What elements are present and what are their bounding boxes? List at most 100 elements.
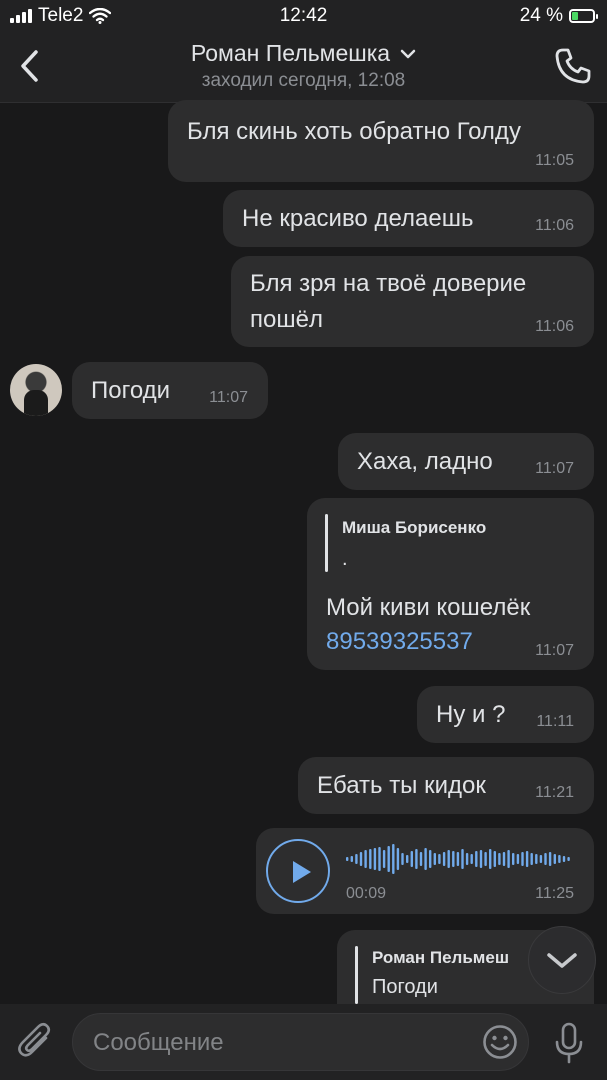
reply-text: Погоди (372, 976, 438, 998)
waveform-bar (433, 853, 436, 865)
status-time: 12:42 (279, 5, 328, 26)
phone-number-link[interactable]: 89539325537 (326, 624, 473, 660)
waveform-bar (502, 852, 506, 866)
waveform-bar (539, 855, 543, 863)
message-bubble-incoming[interactable]: Погоди 11:07 (72, 362, 268, 419)
waveform-bar (512, 853, 515, 865)
last-seen-status: заходил сегодня, 12:08 (201, 70, 406, 91)
message-bubble[interactable]: Бля скинь хоть обратно Голду 11:05 (168, 100, 594, 182)
avatar[interactable] (10, 364, 62, 416)
message-bubble-reply[interactable]: Миша Борисенко . Мой киви кошелёк 895393… (307, 498, 594, 670)
waveform-bar (461, 849, 464, 869)
message-time: 11:07 (535, 460, 574, 477)
waveform-bar (479, 850, 483, 868)
message-time: 11:06 (535, 318, 574, 335)
waveform-bar (535, 854, 538, 864)
play-icon[interactable] (266, 839, 330, 903)
reply-author: Роман Пельмеш (372, 948, 509, 967)
waveform-bar (438, 854, 441, 864)
message-text: Ну и ? (436, 701, 506, 728)
message-text: Хаха, ладно (357, 448, 493, 475)
waveform-bar (544, 853, 547, 865)
status-bar: Tele2 12:42 24 % (0, 0, 607, 32)
waveform-bar (355, 854, 358, 864)
paperclip-icon[interactable] (18, 1022, 54, 1062)
message-time: 11:07 (535, 642, 574, 659)
waveform-bar (484, 852, 487, 866)
message-time: 11:21 (535, 784, 574, 801)
waveform-bar (378, 847, 381, 871)
reply-text: . (342, 548, 348, 570)
message-time: 11:11 (536, 713, 574, 730)
waveform-bar (359, 852, 363, 866)
message-input[interactable] (91, 1024, 475, 1062)
message-time: 11:07 (209, 389, 248, 406)
waveform-bar (465, 853, 469, 865)
chevron-down-icon (400, 49, 416, 58)
message-time: 11:25 (535, 885, 574, 902)
waveform-bar (498, 853, 501, 865)
waveform-bar (401, 853, 404, 865)
waveform-bar (387, 846, 390, 872)
voice-waveform[interactable] (346, 843, 572, 875)
waveform-bar (410, 851, 413, 867)
waveform-bar (507, 850, 510, 868)
waveform-bar (562, 856, 566, 862)
message-bubble[interactable]: Ебать ты кидок 11:21 (298, 757, 594, 814)
message-text-line2: пошёл (250, 306, 323, 333)
voice-duration: 00:09 (346, 885, 387, 902)
emoji-icon[interactable] (482, 1024, 518, 1060)
waveform-bar (470, 854, 473, 864)
battery-icon (569, 9, 598, 23)
waveform-bar (452, 851, 455, 867)
message-composer (0, 1004, 607, 1080)
waveform-bar (475, 851, 478, 867)
waveform-bar (493, 851, 496, 867)
message-input-container[interactable] (72, 1013, 529, 1071)
waveform-bar (558, 855, 561, 863)
waveform-bar (406, 855, 409, 863)
reply-author: Миша Борисенко (342, 518, 487, 537)
waveform-bar (392, 844, 395, 874)
waveform-bar (525, 851, 529, 867)
message-text: Бля скинь хоть обратно Голду (187, 118, 521, 145)
message-bubble[interactable]: Ну и ? 11:11 (417, 686, 594, 743)
waveform-bar (346, 857, 349, 861)
phone-icon[interactable] (553, 46, 593, 86)
waveform-bar (521, 852, 524, 866)
waveform-bar (419, 852, 423, 866)
waveform-bar (516, 854, 520, 864)
waveform-bar (364, 850, 367, 868)
waveform-bar (567, 857, 570, 861)
message-bubble[interactable]: Не красиво делаешь 11:06 (223, 190, 594, 247)
waveform-bar (382, 850, 386, 868)
waveform-bar (456, 852, 460, 866)
message-bubble[interactable]: Бля зря на твоё доверие пошёл 11:06 (231, 256, 594, 347)
battery-percent: 24 % (519, 5, 563, 26)
waveform-bar (429, 850, 432, 868)
chat-title-area[interactable]: Роман Пельмешка заходил сегодня, 12:08 (0, 40, 607, 92)
chat-title: Роман Пельмешка (190, 40, 391, 66)
waveform-bar (489, 849, 492, 869)
waveform-bar (447, 850, 450, 868)
scroll-down-button[interactable] (528, 926, 596, 994)
waveform-bar (548, 852, 552, 866)
message-time: 11:06 (535, 217, 574, 234)
waveform-bar (415, 849, 418, 869)
mic-icon[interactable] (553, 1022, 585, 1064)
chat-header: Роман Пельмешка заходил сегодня, 12:08 (0, 32, 607, 103)
message-time: 11:05 (535, 152, 574, 169)
scroll-down-icon (547, 953, 577, 968)
reply-quote-bar (325, 514, 328, 572)
waveform-bar (442, 852, 446, 866)
waveform-bar (530, 853, 533, 865)
message-bubble[interactable]: Хаха, ладно 11:07 (338, 433, 594, 490)
waveform-bar (373, 848, 377, 870)
message-text: Не красиво делаешь (242, 205, 474, 232)
message-text: Мой киви кошелёк (326, 594, 531, 621)
message-text: Ебать ты кидок (317, 772, 486, 799)
waveform-bar (424, 848, 427, 870)
waveform-bar (350, 856, 353, 862)
status-right: 24 % (519, 5, 598, 27)
waveform-bar (553, 854, 556, 864)
